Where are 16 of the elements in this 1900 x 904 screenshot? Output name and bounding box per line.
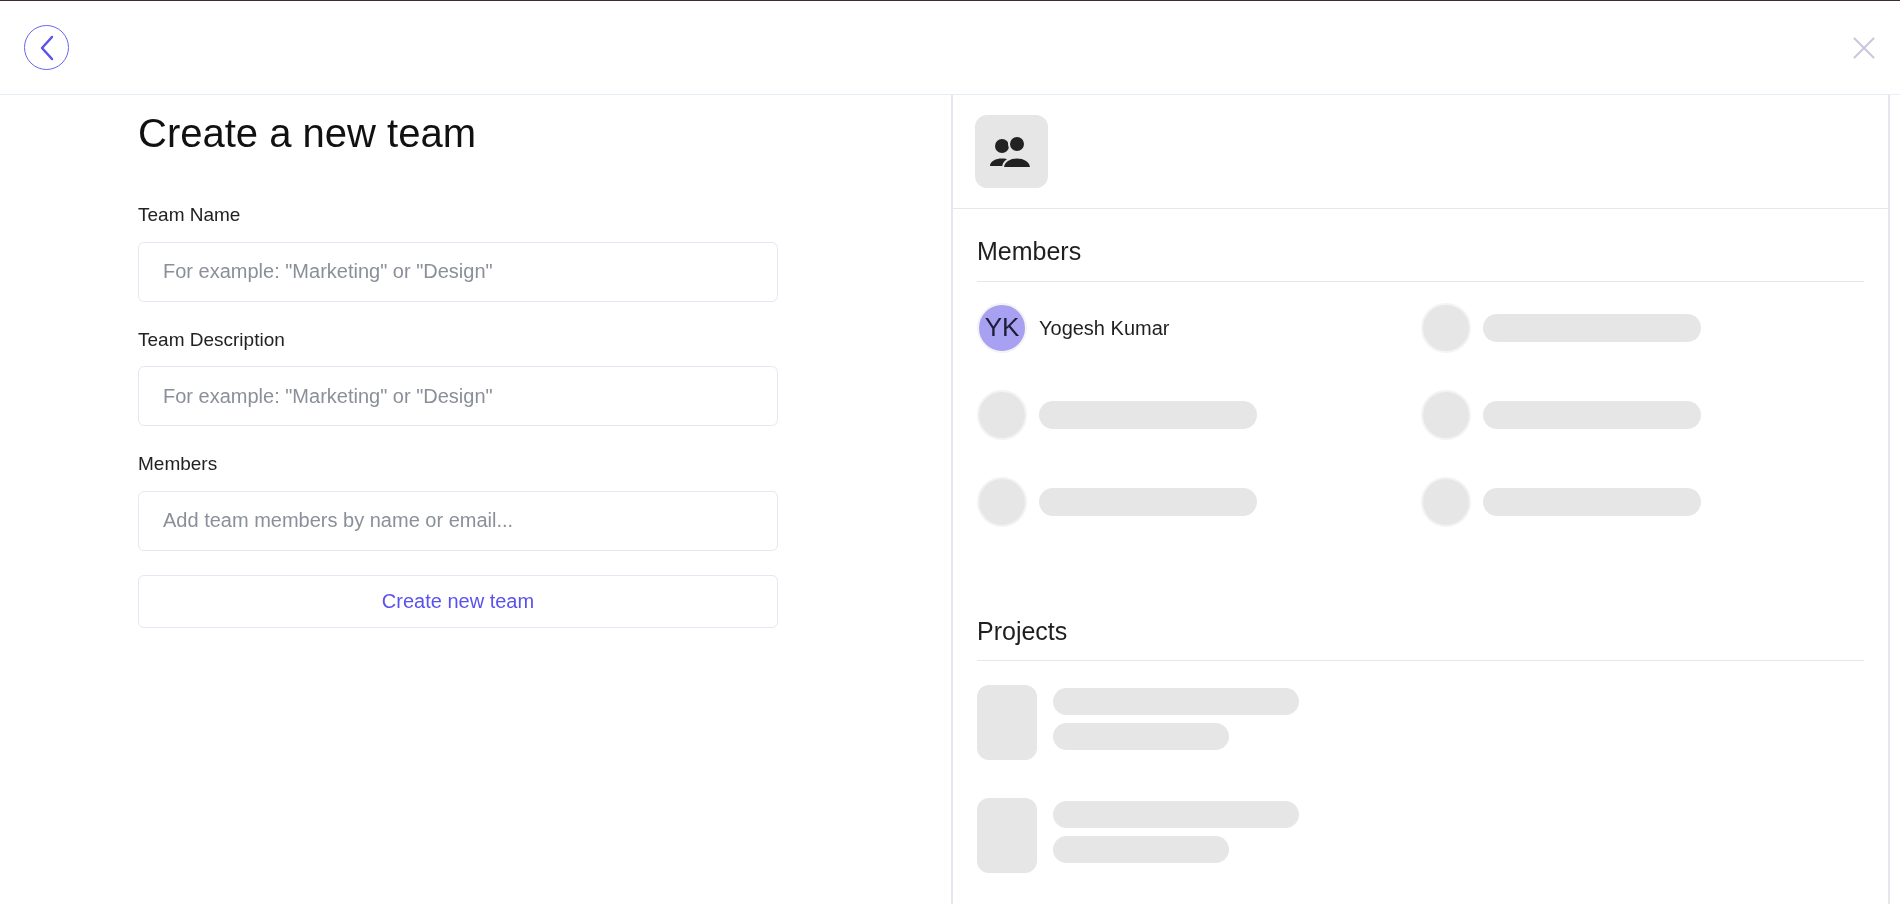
chevron-left-icon [38,34,55,61]
avatar-skeleton [977,476,1027,527]
field-label: Team Name [138,203,242,227]
input-field[interactable]: For example: "Marketing" or "Design" [138,366,778,426]
input-field[interactable]: For example: "Marketing" or "Design" [138,241,778,302]
avatar: YK [977,302,1027,353]
field-label: Members [138,452,219,476]
avatar-skeleton [977,389,1027,440]
input-field[interactable]: Add team members by name or email... [138,490,778,551]
close-icon [1853,36,1875,59]
field-label: Team Description [138,327,286,352]
create-team-button[interactable]: Create new team [138,574,778,628]
member-name: Yogesh Kumar [1039,315,1170,341]
projects-heading: Projects [977,612,1864,661]
page-title: Create a new team [138,110,477,157]
members-heading: Members [977,233,1864,282]
